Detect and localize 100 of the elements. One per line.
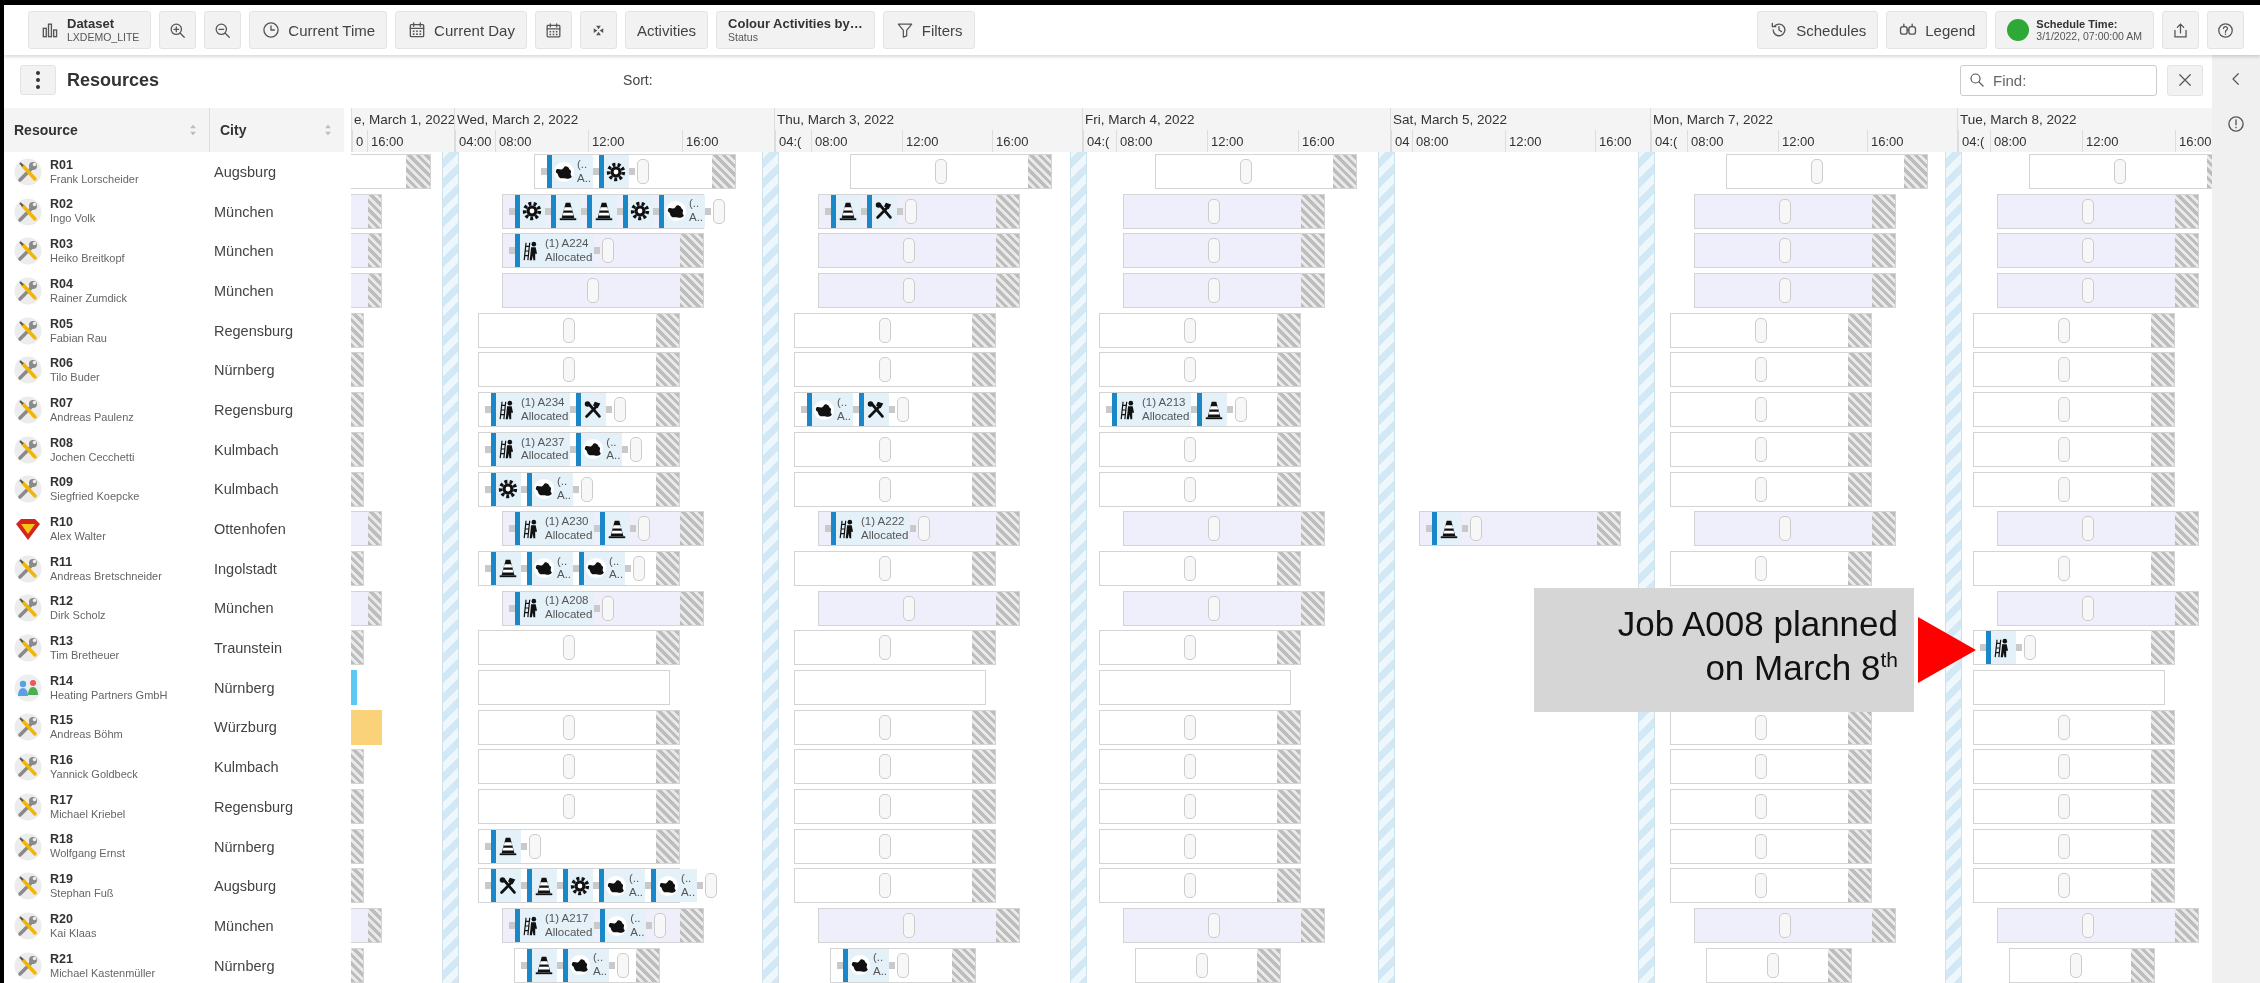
activity-tile[interactable] [623,194,653,228]
activity-tile[interactable]: (1) A222 Allocated [831,512,911,546]
drag-handle[interactable] [1755,794,1767,819]
drag-handle[interactable] [879,714,891,740]
filters-button[interactable]: Filters [882,11,975,49]
drag-handle[interactable] [1779,516,1791,542]
drag-handle[interactable] [602,238,615,264]
activity-tile[interactable]: (.. A.. [563,948,610,982]
column-header[interactable]: Resource [4,108,210,152]
activity-tile[interactable] [587,194,617,228]
drag-handle[interactable] [879,555,891,581]
export-button[interactable] [2162,11,2199,49]
drag-handle[interactable] [1755,436,1767,462]
activity-tile[interactable] [600,512,631,546]
drag-handle[interactable] [935,159,947,184]
drag-handle[interactable] [2058,317,2070,343]
activity-tile[interactable]: (.. A.. [576,432,623,466]
activity-tile[interactable] [527,869,557,903]
drag-handle[interactable] [705,873,718,899]
legend-button[interactable]: Legend [1886,11,1988,49]
drag-handle[interactable] [713,198,726,224]
drag-handle[interactable] [1196,952,1209,978]
drag-handle[interactable] [614,397,627,423]
calendar-button[interactable] [534,11,572,49]
drag-handle[interactable] [903,595,915,621]
drag-handle[interactable] [633,555,646,581]
drag-handle[interactable] [1208,238,1220,264]
drag-handle[interactable] [1755,357,1767,383]
drag-handle[interactable] [2114,159,2126,184]
drag-handle[interactable] [2070,952,2083,978]
activity-tile[interactable]: (1) A230 Allocated [515,512,595,546]
drag-handle[interactable] [563,794,575,819]
drag-handle[interactable] [563,357,575,383]
current-day-button[interactable]: Current Day [395,11,527,49]
activity-tile[interactable]: (1) A213 Allocated [1112,393,1192,427]
activity-tile[interactable] [563,869,593,903]
activity-tile[interactable] [867,194,897,228]
activity-tile[interactable]: (1) A208 Allocated [515,591,595,625]
drag-handle[interactable] [2058,555,2070,581]
drag-handle[interactable] [879,317,891,343]
activity-tile[interactable]: (1) A237 Allocated [491,432,571,466]
drag-handle[interactable] [1755,873,1767,899]
activity-tile[interactable]: (.. A.. [807,393,854,427]
dataset-button[interactable]: Dataset LXDEMO_LITE [28,11,152,49]
activity-tile[interactable]: (1) A234 Allocated [491,393,571,427]
clear-button[interactable] [2167,64,2203,96]
alert-icon[interactable] [2226,114,2246,134]
drag-handle[interactable] [630,436,643,462]
drag-handle[interactable] [1184,555,1196,581]
drag-handle[interactable] [2058,476,2070,502]
drag-handle[interactable] [879,794,891,819]
drag-handle[interactable] [1755,833,1767,859]
drag-handle[interactable] [905,198,917,224]
colour-by-button[interactable]: Colour Activities by… Status [716,11,875,49]
drag-handle[interactable] [2058,714,2070,740]
activity-tile[interactable] [1197,393,1228,427]
drag-handle[interactable] [879,357,891,383]
drag-handle[interactable] [1208,595,1220,621]
drag-handle[interactable] [1184,357,1196,383]
drag-handle[interactable] [897,397,910,423]
drag-handle[interactable] [879,754,891,780]
drag-handle[interactable] [1184,476,1196,502]
activity-tile[interactable]: (.. A.. [843,948,890,982]
drag-handle[interactable] [1779,238,1791,264]
drag-handle[interactable] [1755,317,1767,343]
activity-tile[interactable] [859,393,890,427]
activity-tile[interactable] [491,551,521,585]
drag-handle[interactable] [2058,794,2070,819]
activity-tile[interactable]: (.. A.. [659,194,706,228]
activity-tile[interactable]: (.. A.. [527,472,574,506]
drag-handle[interactable] [529,833,541,859]
collapse-button[interactable] [579,11,617,49]
drag-handle[interactable] [2058,873,2070,899]
drag-handle[interactable] [563,714,575,740]
drag-handle[interactable] [563,754,575,780]
drag-handle[interactable] [1755,476,1767,502]
drag-handle[interactable] [1470,516,1482,542]
drag-handle[interactable] [2058,436,2070,462]
more-button[interactable] [20,65,56,95]
activity-tile[interactable]: (.. A.. [600,909,647,943]
drag-handle[interactable] [2058,754,2070,780]
drag-handle[interactable] [1755,397,1767,423]
drag-handle[interactable] [1184,714,1196,740]
drag-handle[interactable] [1755,714,1767,740]
drag-handle[interactable] [2058,357,2070,383]
column-header[interactable]: City [210,108,344,152]
drag-handle[interactable] [879,436,891,462]
drag-handle[interactable] [1208,516,1220,542]
drag-handle[interactable] [2082,238,2094,264]
drag-handle[interactable] [1767,952,1780,978]
drag-handle[interactable] [2082,913,2094,939]
zoom-in-button[interactable] [159,11,197,49]
current-time-button[interactable]: Current Time [249,11,388,49]
drag-handle[interactable] [1208,913,1220,939]
drag-handle[interactable] [1184,833,1196,859]
activity-tile[interactable] [576,393,607,427]
activity-tile[interactable]: (1) A224 Allocated [515,234,595,268]
activity-tile[interactable] [515,194,545,228]
drag-handle[interactable] [2082,278,2094,304]
drag-handle[interactable] [581,476,594,502]
